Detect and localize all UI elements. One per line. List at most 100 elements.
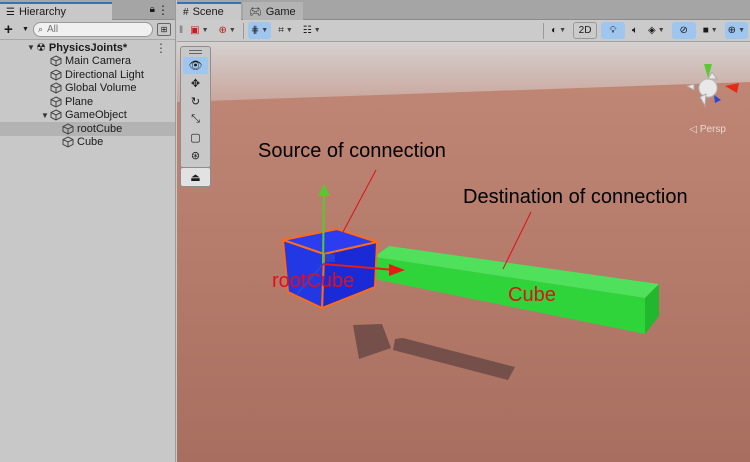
lighting-toggle-button[interactable]: 💡︎ bbox=[601, 22, 626, 39]
custom-tool-button[interactable]: ⏏ bbox=[180, 167, 211, 187]
increment-snap-button[interactable]: ⌗ ▼ bbox=[275, 22, 296, 39]
hierarchy-tabbar: ☰ Hierarchy 🔒︎ ⋮ bbox=[0, 0, 175, 20]
rotate-tool-button[interactable]: ↻ bbox=[183, 93, 208, 110]
search-input[interactable] bbox=[46, 24, 148, 35]
rect-tool-button[interactable]: ▢ bbox=[183, 129, 208, 146]
visibility-toggle-button[interactable]: ⊘ bbox=[671, 22, 696, 39]
chevron-down-icon: ▼ bbox=[559, 27, 567, 34]
scene-panel: # Scene 🎮︎ Game ‖ ▣ ▼ ⊕ ▼ ⋕ ▼ ⌗ ▼ ☷ ▼ ◐ ▼ bbox=[177, 0, 750, 462]
more-menu-icon[interactable]: ⋮ bbox=[157, 3, 169, 17]
more-menu-icon[interactable]: ⋮ bbox=[155, 41, 167, 55]
tab-game[interactable]: 🎮︎ Game bbox=[243, 2, 303, 20]
speaker-muted-icon: 🔈︎ bbox=[632, 25, 639, 36]
gameobject-icon bbox=[62, 123, 74, 135]
grid-icon: # bbox=[183, 6, 189, 18]
globe-button[interactable]: ⊕ ▼ bbox=[216, 22, 239, 39]
scene-toolbar: ‖ ▣ ▼ ⊕ ▼ ⋕ ▼ ⌗ ▼ ☷ ▼ ◐ ▼ 2D 💡︎ 🔈︎ ◈ ▼ ⊘… bbox=[177, 20, 750, 42]
transform-tool-button[interactable]: ⊛ bbox=[183, 147, 208, 164]
annotation-cube: Cube bbox=[508, 284, 556, 306]
gamepad-icon: 🎮︎ bbox=[249, 6, 262, 18]
tree-item[interactable]: Plane bbox=[0, 95, 175, 109]
expand-arrow-icon[interactable]: ▼ bbox=[40, 111, 50, 120]
chevron-down-icon[interactable]: ▼ bbox=[22, 26, 29, 33]
tab-scene[interactable]: # Scene bbox=[177, 2, 241, 20]
eye-icon: 👁︎ bbox=[188, 60, 203, 72]
gizmos-icon: ⊕ bbox=[727, 25, 737, 36]
tree-item-label: Global Volume bbox=[65, 82, 137, 95]
2d-toggle-button[interactable]: 2D bbox=[573, 22, 598, 39]
scene-render bbox=[177, 42, 750, 462]
camera-icon: ■ bbox=[702, 25, 709, 36]
tree-item-label: Directional Light bbox=[65, 68, 144, 81]
search-icon: ⌕ bbox=[37, 24, 43, 34]
tree-item[interactable]: Directional Light bbox=[0, 68, 175, 82]
grid-snap-icon: ⋕ bbox=[250, 25, 260, 36]
view-tool-button[interactable]: 👁︎ bbox=[183, 57, 208, 74]
chevron-down-icon: ▼ bbox=[228, 27, 236, 34]
annotation-destination: Destination of connection bbox=[463, 186, 688, 208]
tree-item-label: rootCube bbox=[77, 122, 123, 135]
eye-slash-icon: ⊘ bbox=[679, 25, 688, 36]
gameobject-icon bbox=[50, 69, 62, 81]
camera-button[interactable]: ■ ▼ bbox=[700, 22, 721, 39]
chevron-down-icon: ▼ bbox=[657, 27, 665, 34]
tree-item[interactable]: Cube bbox=[0, 136, 175, 150]
hierarchy-toolbar: + ▼ ⌕ ⊞ bbox=[0, 20, 175, 40]
grid-plane-button[interactable]: ☷ ▼ bbox=[300, 22, 324, 39]
gizmos-button[interactable]: ⊕ ▼ bbox=[724, 22, 748, 39]
globe-icon: ⊕ bbox=[218, 25, 227, 36]
joint-tool-icon: ⏏ bbox=[190, 171, 201, 184]
gameobject-icon bbox=[62, 136, 74, 148]
scene-filter-icon[interactable]: ⊞ bbox=[157, 23, 171, 36]
scene-tabbar: # Scene 🎮︎ Game bbox=[177, 0, 750, 20]
tree-item-label: Main Camera bbox=[65, 55, 132, 68]
scale-tool-button[interactable]: ⤡ bbox=[183, 111, 208, 128]
move-tool-button[interactable]: ✥ bbox=[183, 75, 208, 92]
draw-mode-button[interactable]: ▣ ▼ bbox=[187, 22, 211, 39]
draw-mode-icon: ▣ bbox=[190, 25, 200, 36]
chevron-down-icon: ▼ bbox=[285, 27, 293, 34]
expand-arrow-icon[interactable]: ▼ bbox=[26, 43, 36, 52]
gameobject-icon bbox=[50, 96, 62, 108]
effects-button[interactable]: ◈ ▼ bbox=[645, 22, 668, 39]
tree-item[interactable]: Main Camera bbox=[0, 55, 175, 69]
annotation-source: Source of connection bbox=[258, 140, 446, 162]
shading-mode-button[interactable]: ◐ ▼ bbox=[548, 22, 569, 39]
scene-viewport[interactable]: 👁︎ ✥ ↻ ⤡ ▢ ⊛ ⏏ ◁ Persp Source of connect… bbox=[177, 42, 750, 462]
move-icon: ✥ bbox=[190, 78, 201, 90]
toolbar-divider bbox=[242, 22, 244, 39]
tree-item-scene-root[interactable]: ▼ ☢ PhysicsJoints* ⋮ bbox=[0, 41, 175, 55]
unity-scene-icon: ☢ bbox=[36, 42, 46, 55]
add-button[interactable]: + bbox=[4, 21, 18, 38]
tree-item[interactable]: ▼ GameObject bbox=[0, 109, 175, 123]
tab-game-label: Game bbox=[265, 6, 296, 18]
tab-hierarchy-label: Hierarchy bbox=[18, 6, 67, 18]
projection-label[interactable]: ◁ Persp bbox=[689, 124, 726, 135]
grid-snap-button[interactable]: ⋕ ▼ bbox=[247, 22, 272, 39]
tree-item-label: Cube bbox=[77, 136, 104, 149]
gameobject-icon bbox=[50, 109, 62, 121]
chevron-down-icon: ▼ bbox=[261, 27, 269, 34]
hierarchy-panel: ☰ Hierarchy 🔒︎ ⋮ + ▼ ⌕ ⊞ ▼ ☢ PhysicsJoin… bbox=[0, 0, 176, 462]
toolbar-divider bbox=[543, 22, 545, 39]
tree-item[interactable]: Global Volume bbox=[0, 82, 175, 96]
transform-icon: ⊛ bbox=[190, 150, 201, 162]
tab-hierarchy[interactable]: ☰ Hierarchy bbox=[0, 2, 112, 20]
snap-icon: ⌗ bbox=[278, 25, 284, 36]
tree-item-selected[interactable]: rootCube bbox=[0, 122, 175, 136]
audio-toggle-button[interactable]: 🔈︎ bbox=[629, 22, 641, 39]
gameobject-icon bbox=[50, 82, 62, 94]
annotation-rootcube: rootCube bbox=[272, 270, 355, 292]
search-field[interactable]: ⌕ bbox=[32, 22, 153, 37]
tab-scene-label: Scene bbox=[192, 6, 224, 18]
chevron-down-icon: ▼ bbox=[738, 27, 745, 34]
grid-plane-icon: ☷ bbox=[302, 25, 312, 36]
tree-item-label: GameObject bbox=[65, 109, 127, 122]
2d-toggle-label: 2D bbox=[578, 25, 592, 36]
chevron-down-icon: ▼ bbox=[710, 27, 718, 34]
hierarchy-tree: ▼ ☢ PhysicsJoints* ⋮ Main Camera Directi… bbox=[0, 40, 175, 149]
scene-root-label: PhysicsJoints* bbox=[48, 41, 128, 54]
tool-palette: 👁︎ ✥ ↻ ⤡ ▢ ⊛ bbox=[180, 46, 211, 168]
palette-grip-icon[interactable] bbox=[183, 48, 208, 56]
lock-icon[interactable]: 🔒︎ bbox=[150, 4, 155, 15]
